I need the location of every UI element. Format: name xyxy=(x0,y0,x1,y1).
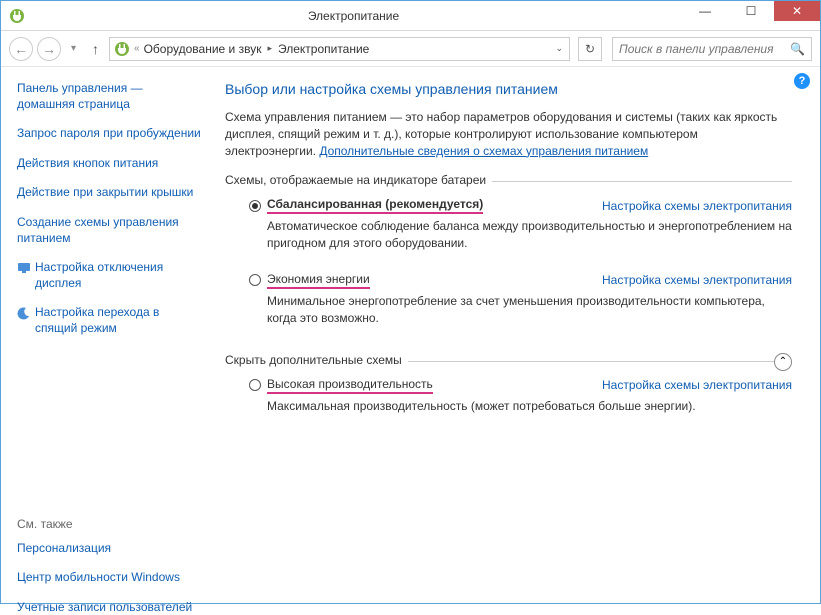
up-button[interactable]: ↑ xyxy=(86,41,105,57)
close-button[interactable]: ✕ xyxy=(774,1,820,21)
intro-link[interactable]: Дополнительные сведения о схемах управле… xyxy=(319,144,648,158)
plan-settings-link[interactable]: Настройка схемы электропитания xyxy=(602,378,792,392)
plan-name-label: Сбалансированная (рекомендуется) xyxy=(267,197,483,214)
plan-description: Автоматическое соблюдение баланса между … xyxy=(267,218,792,252)
help-button[interactable]: ? xyxy=(794,73,810,89)
plan-name-label: Экономия энергии xyxy=(267,272,370,289)
chevron-right-icon[interactable]: ▸ xyxy=(265,43,274,54)
additional-plans-fieldset: Скрыть дополнительные схемы ⌃ Высокая пр… xyxy=(225,353,792,425)
sidebar-link[interactable]: Действие при закрытии крышки xyxy=(17,185,203,201)
breadcrumb-item[interactable]: Оборудование и звук xyxy=(144,42,262,56)
titlebar: Электропитание — ☐ ✕ xyxy=(1,1,820,31)
breadcrumb-item[interactable]: Электропитание xyxy=(278,42,369,56)
plan-balanced: Сбалансированная (рекомендуется) Настрой… xyxy=(225,187,792,262)
sidebar: Панель управления — домашняя страница За… xyxy=(1,67,211,603)
chevron-down-icon[interactable]: ⌄ xyxy=(553,43,565,54)
sidebar-item-label: Настройка перехода в спящий режим xyxy=(35,305,203,336)
see-also-label: См. также xyxy=(17,517,203,531)
radio-checked-icon xyxy=(249,200,261,212)
window-title: Электропитание xyxy=(25,9,682,23)
app-icon xyxy=(9,8,25,24)
breadcrumb[interactable]: « Оборудование и звук ▸ Электропитание ⌄ xyxy=(109,37,570,61)
moon-icon xyxy=(17,306,31,320)
fieldset-legend: Скрыть дополнительные схемы xyxy=(225,353,408,367)
toolbar: ← → ▾ ↑ « Оборудование и звук ▸ Электроп… xyxy=(1,31,820,67)
sidebar-item-label: Настройка отключения дисплея xyxy=(35,260,203,291)
sidebar-home-link[interactable]: Панель управления — домашняя страница xyxy=(17,81,203,112)
forward-button[interactable]: → xyxy=(37,37,61,61)
plan-settings-link[interactable]: Настройка схемы электропитания xyxy=(602,199,792,213)
radio-unchecked-icon xyxy=(249,379,261,391)
see-also-link[interactable]: Учетные записи пользователей xyxy=(17,600,203,615)
collapse-button[interactable]: ⌃ xyxy=(774,353,792,371)
plan-radio-balanced[interactable]: Сбалансированная (рекомендуется) xyxy=(249,197,483,214)
back-button[interactable]: ← xyxy=(9,37,33,61)
plan-radio-saver[interactable]: Экономия энергии xyxy=(249,272,370,289)
sidebar-link-display-off[interactable]: Настройка отключения дисплея xyxy=(17,260,203,291)
breadcrumb-prev-icon[interactable]: « xyxy=(134,43,140,54)
search-icon[interactable]: 🔍 xyxy=(790,42,805,56)
main-content: ? Выбор или настройка схемы управления п… xyxy=(211,67,820,603)
sidebar-link[interactable]: Запрос пароля при пробуждении xyxy=(17,126,203,142)
sidebar-link-sleep[interactable]: Настройка перехода в спящий режим xyxy=(17,305,203,336)
plan-description: Минимальное энергопотребление за счет ум… xyxy=(267,293,792,327)
monitor-icon xyxy=(17,261,31,275)
plan-name-label: Высокая производительность xyxy=(267,377,433,394)
plan-settings-link[interactable]: Настройка схемы электропитания xyxy=(602,273,792,287)
minimize-button[interactable]: — xyxy=(682,1,728,21)
radio-unchecked-icon xyxy=(249,274,261,286)
plan-description: Максимальная производительность (может п… xyxy=(267,398,792,415)
breadcrumb-icon xyxy=(114,41,130,57)
sidebar-link[interactable]: Создание схемы управления питанием xyxy=(17,215,203,246)
see-also-link[interactable]: Персонализация xyxy=(17,541,203,557)
fieldset-legend: Схемы, отображаемые на индикаторе батаре… xyxy=(225,173,492,187)
refresh-button[interactable]: ↻ xyxy=(578,37,602,61)
plan-radio-high[interactable]: Высокая производительность xyxy=(249,377,433,394)
sidebar-link[interactable]: Действия кнопок питания xyxy=(17,156,203,172)
plan-saver: Экономия энергии Настройка схемы электро… xyxy=(225,262,792,337)
search-input[interactable] xyxy=(619,42,790,56)
see-also-link[interactable]: Центр мобильности Windows xyxy=(17,570,203,586)
search-box[interactable]: 🔍 xyxy=(612,37,812,61)
plan-high: Высокая производительность Настройка схе… xyxy=(225,367,792,425)
intro-paragraph: Схема управления питанием — это набор па… xyxy=(225,109,792,159)
page-title: Выбор или настройка схемы управления пит… xyxy=(225,81,792,97)
history-dropdown-icon[interactable]: ▾ xyxy=(65,43,82,54)
plans-fieldset: Схемы, отображаемые на индикаторе батаре… xyxy=(225,173,792,336)
maximize-button[interactable]: ☐ xyxy=(728,1,774,21)
